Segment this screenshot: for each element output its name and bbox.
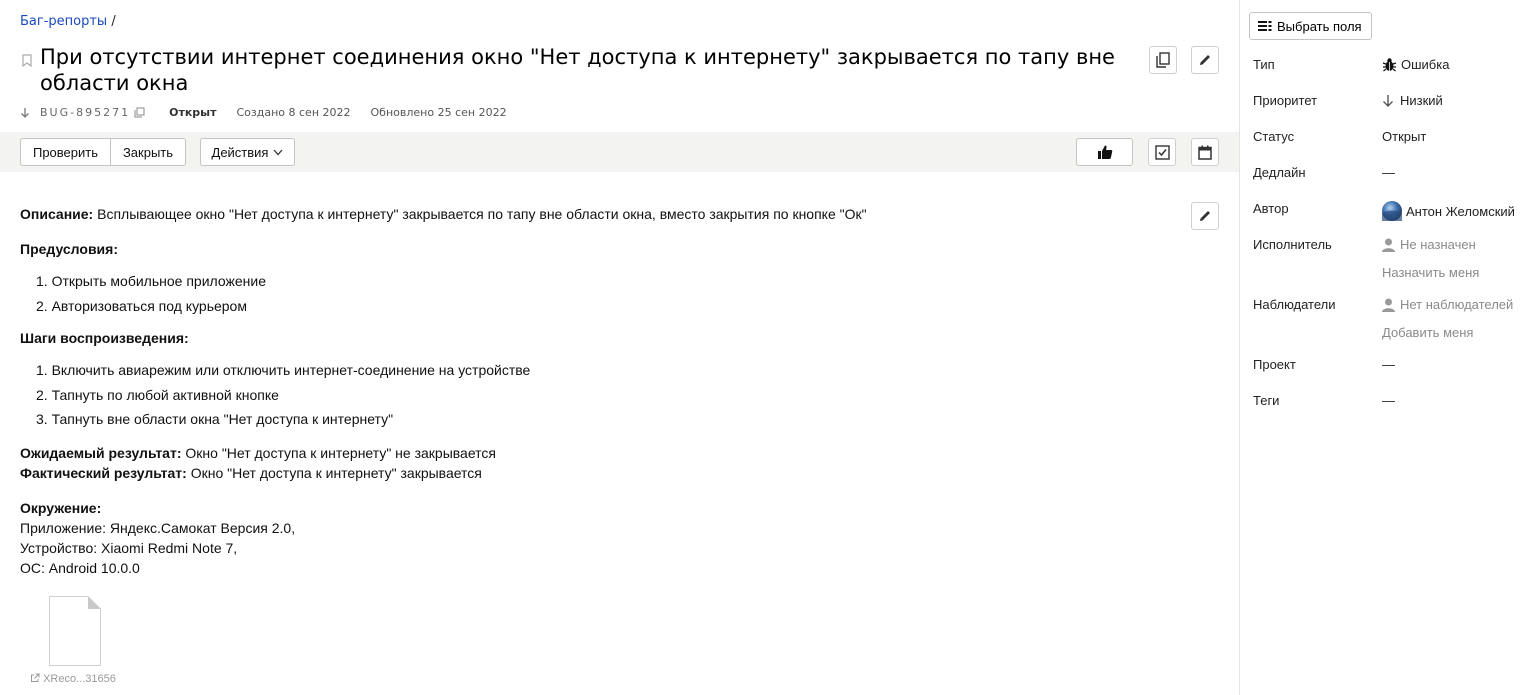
actual-label: Фактический результат: <box>20 464 187 481</box>
attachment-name[interactable]: XReco...31656 <box>30 673 122 685</box>
arrow-down-icon <box>1383 95 1393 107</box>
environment-line: ОС: Android 10.0.0 <box>20 559 140 576</box>
author-label: Автор <box>1253 201 1289 216</box>
edit-description-button[interactable] <box>1191 202 1219 230</box>
expected-result: Ожидаемый результат: Окно "Нет доступа к… <box>20 443 1120 463</box>
type-label: Тип <box>1253 57 1275 72</box>
tags-label: Теги <box>1253 393 1280 408</box>
preconditions-heading: Предусловия: <box>20 241 118 257</box>
issue-description: Описание: Всплывающее окно "Нет доступа … <box>20 204 1120 578</box>
project-label: Проект <box>1253 357 1296 372</box>
description-label: Описание: <box>20 206 94 222</box>
expected-label: Ожидаемый результат: <box>20 444 182 461</box>
calendar-button[interactable] <box>1191 138 1219 166</box>
created-date: Создано 8 сен 2022 <box>236 106 351 119</box>
copy-icon <box>1156 52 1170 68</box>
pencil-icon <box>1200 55 1210 65</box>
environment-line: Приложение: Яндекс.Самокат Версия 2.0, <box>20 519 296 536</box>
actions-dropdown[interactable]: Действия <box>200 138 295 166</box>
issue-main-panel: Баг-репорты / При отсутствии интернет со… <box>0 0 1239 695</box>
assignee-value[interactable]: Не назначен <box>1382 237 1476 252</box>
updated-date: Обновлено 25 сен 2022 <box>370 106 507 119</box>
environment-line: Устройство: Xiaomi Redmi Note 7, <box>20 539 238 556</box>
issue-toolbar: Проверить Закрыть Действия <box>0 132 1239 172</box>
status-label: Статус <box>1253 129 1295 144</box>
copy-key-icon[interactable] <box>134 107 145 118</box>
list-item: 1. Включить авиарежим или отключить инте… <box>36 362 531 378</box>
copy-link-button[interactable] <box>1149 46 1177 74</box>
like-button[interactable] <box>1076 138 1133 166</box>
tags-value[interactable]: — <box>1382 393 1395 408</box>
chevron-down-icon <box>273 149 283 155</box>
type-value[interactable]: Ошибка <box>1382 57 1449 72</box>
breadcrumb-separator: / <box>111 14 116 29</box>
deadline-value[interactable]: — <box>1382 165 1395 180</box>
breadcrumb: Баг-репорты / <box>20 14 116 29</box>
list-item: 2. Тапнуть по любой активной кнопке <box>36 386 279 403</box>
deadline-label: Дедлайн <box>1253 165 1306 180</box>
avatar <box>1382 201 1402 221</box>
checkbox-icon <box>1154 144 1170 160</box>
priority-value[interactable]: Низкий <box>1382 93 1443 108</box>
arrow-down-icon <box>21 108 29 118</box>
add-me-link[interactable]: Добавить меня <box>1382 325 1473 340</box>
calendar-icon <box>1198 145 1212 160</box>
choose-fields-button[interactable]: Выбрать поля <box>1249 12 1372 40</box>
fields-list-icon <box>1258 21 1272 31</box>
preconditions-list: 1. Открыть мобильное приложение 2. Автор… <box>36 269 1120 318</box>
list-item: 1. Открыть мобильное приложение <box>36 273 266 289</box>
page-title: При отсутствии интернет соединения окно … <box>40 45 1115 95</box>
assignee-label: Исполнитель <box>1253 237 1332 252</box>
status-value[interactable]: Открыт <box>1382 129 1426 144</box>
file-attachment-icon[interactable] <box>49 596 101 666</box>
issue-sidebar: Выбрать поля Тип Ошибка Приоритет Низкий… <box>1239 0 1530 695</box>
checklist-button[interactable] <box>1148 138 1176 166</box>
project-value[interactable]: — <box>1382 357 1395 372</box>
actual-text: Окно "Нет доступа к интернету" закрывает… <box>190 464 482 481</box>
priority-label: Приоритет <box>1253 93 1318 108</box>
status-badge: Открыт <box>169 106 217 119</box>
close-issue-button[interactable]: Закрыть <box>110 138 186 166</box>
list-item: 2. Авторизоваться под курьером <box>36 297 247 314</box>
author-value[interactable]: Антон Желомский <box>1382 201 1515 221</box>
list-item: 3. Тапнуть вне области окна "Нет доступа… <box>36 411 394 427</box>
user-icon <box>1382 298 1395 312</box>
steps-list: 1. Включить авиарежим или отключить инте… <box>36 358 1120 432</box>
expected-text: Окно "Нет доступа к интернету" не закрыв… <box>185 444 496 461</box>
external-link-icon <box>31 673 40 682</box>
edit-title-button[interactable] <box>1191 46 1219 74</box>
choose-fields-label: Выбрать поля <box>1277 18 1362 34</box>
check-button[interactable]: Проверить <box>20 138 111 166</box>
breadcrumb-link-bug-reports[interactable]: Баг-репорты <box>20 14 107 29</box>
bookmark-icon[interactable] <box>22 54 32 67</box>
watchers-value[interactable]: Нет наблюдателей <box>1382 297 1513 312</box>
user-icon <box>1382 238 1395 252</box>
watchers-label: Наблюдатели <box>1253 297 1336 312</box>
bug-icon <box>1382 58 1397 72</box>
actions-label: Действия <box>211 144 269 160</box>
steps-heading: Шаги воспроизведения: <box>20 330 189 346</box>
description-paragraph: Описание: Всплывающее окно "Нет доступа … <box>20 204 1120 224</box>
issue-key[interactable]: BUG-895271 <box>40 106 130 119</box>
pencil-icon <box>1200 211 1210 221</box>
issue-meta: BUG-895271 Открыт Создано 8 сен 2022 Обн… <box>20 106 507 119</box>
assign-me-link[interactable]: Назначить меня <box>1382 265 1479 280</box>
environment-heading: Окружение: <box>20 499 102 516</box>
description-text: Всплывающее окно "Нет доступа к интернет… <box>97 206 867 222</box>
thumbs-up-icon <box>1097 145 1112 159</box>
actual-result: Фактический результат: Окно "Нет доступа… <box>20 463 1120 483</box>
